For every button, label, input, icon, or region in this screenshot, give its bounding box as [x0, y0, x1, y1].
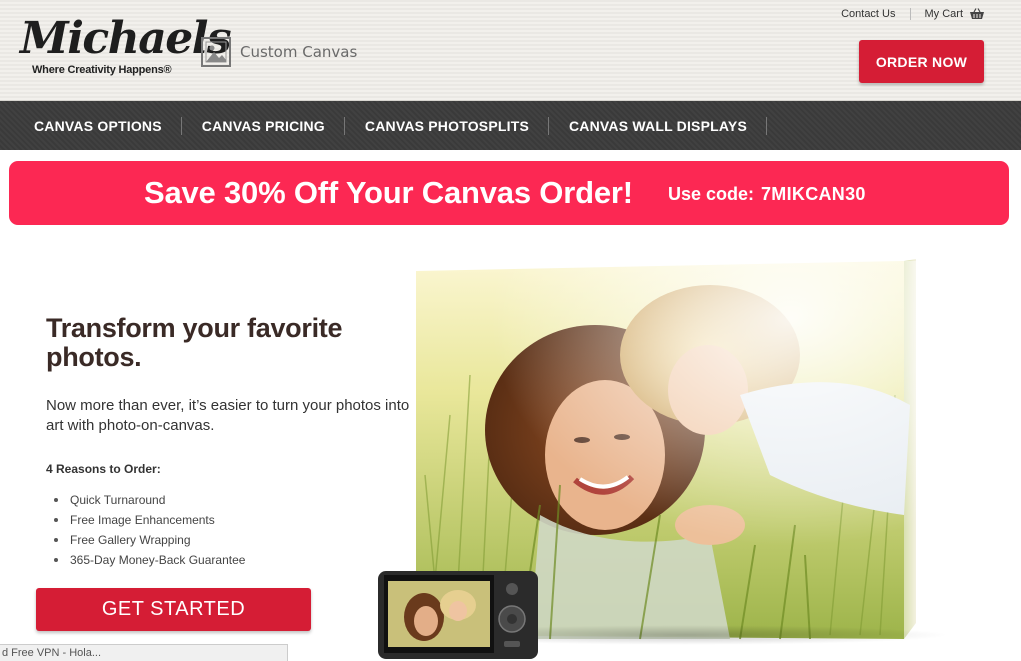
promo-headline: Save 30% Off Your Canvas Order!: [144, 175, 633, 210]
promo-code: 7MIKCAN30: [761, 184, 866, 204]
nav-item-canvas-wall-displays[interactable]: CANVAS WALL DISPLAYS: [549, 101, 767, 151]
promo-code-label: Use code:: [668, 184, 755, 204]
get-started-button[interactable]: GET STARTED: [36, 588, 311, 631]
site-header: Michaels Where Creativity Happens® Custo…: [0, 0, 1021, 100]
utility-divider: [909, 8, 911, 20]
hero-headline: Transform your favorite photos.: [46, 313, 343, 372]
logo-wordmark: Michaels: [20, 13, 232, 64]
picture-frame-icon: [201, 37, 231, 67]
reasons-title: 4 Reasons to Order:: [46, 462, 161, 476]
main-nav: CANVAS OPTIONS CANVAS PRICING CANVAS PHO…: [0, 100, 1021, 150]
reasons-list: Quick Turnaround Free Image Enhancements…: [52, 490, 245, 570]
list-item: Free Image Enhancements: [52, 510, 245, 530]
order-now-button[interactable]: ORDER NOW: [859, 40, 984, 83]
product-label: Custom Canvas: [200, 36, 357, 68]
utility-links: Contact Us My Cart: [841, 8, 985, 20]
nav-item-canvas-options[interactable]: CANVAS OPTIONS: [0, 101, 182, 151]
contact-us-link[interactable]: Contact Us: [841, 8, 895, 20]
nav-item-canvas-photosplits[interactable]: CANVAS PHOTOSPLITS: [345, 101, 550, 151]
my-cart-label: My Cart: [924, 8, 964, 20]
my-cart-link[interactable]: My Cart: [925, 8, 986, 20]
list-item: Quick Turnaround: [52, 490, 245, 510]
list-item: 365-Day Money-Back Guarantee: [52, 550, 245, 570]
camera-icon: [378, 571, 538, 659]
list-item: Free Gallery Wrapping: [52, 530, 245, 550]
michaels-logo[interactable]: Michaels Where Creativity Happens®: [20, 13, 232, 80]
product-name: Custom Canvas: [240, 43, 358, 61]
browser-status-bar: d Free VPN - Hola...: [0, 644, 288, 661]
nav-item-canvas-pricing[interactable]: CANVAS PRICING: [182, 101, 345, 151]
shopping-basket-icon: [970, 8, 984, 19]
promo-banner[interactable]: Save 30% Off Your Canvas Order! Use code…: [9, 161, 1009, 225]
logo-tagline: Where Creativity Happens®: [32, 64, 172, 76]
hero-intro: Now more than ever, it’s easier to turn …: [46, 397, 410, 434]
